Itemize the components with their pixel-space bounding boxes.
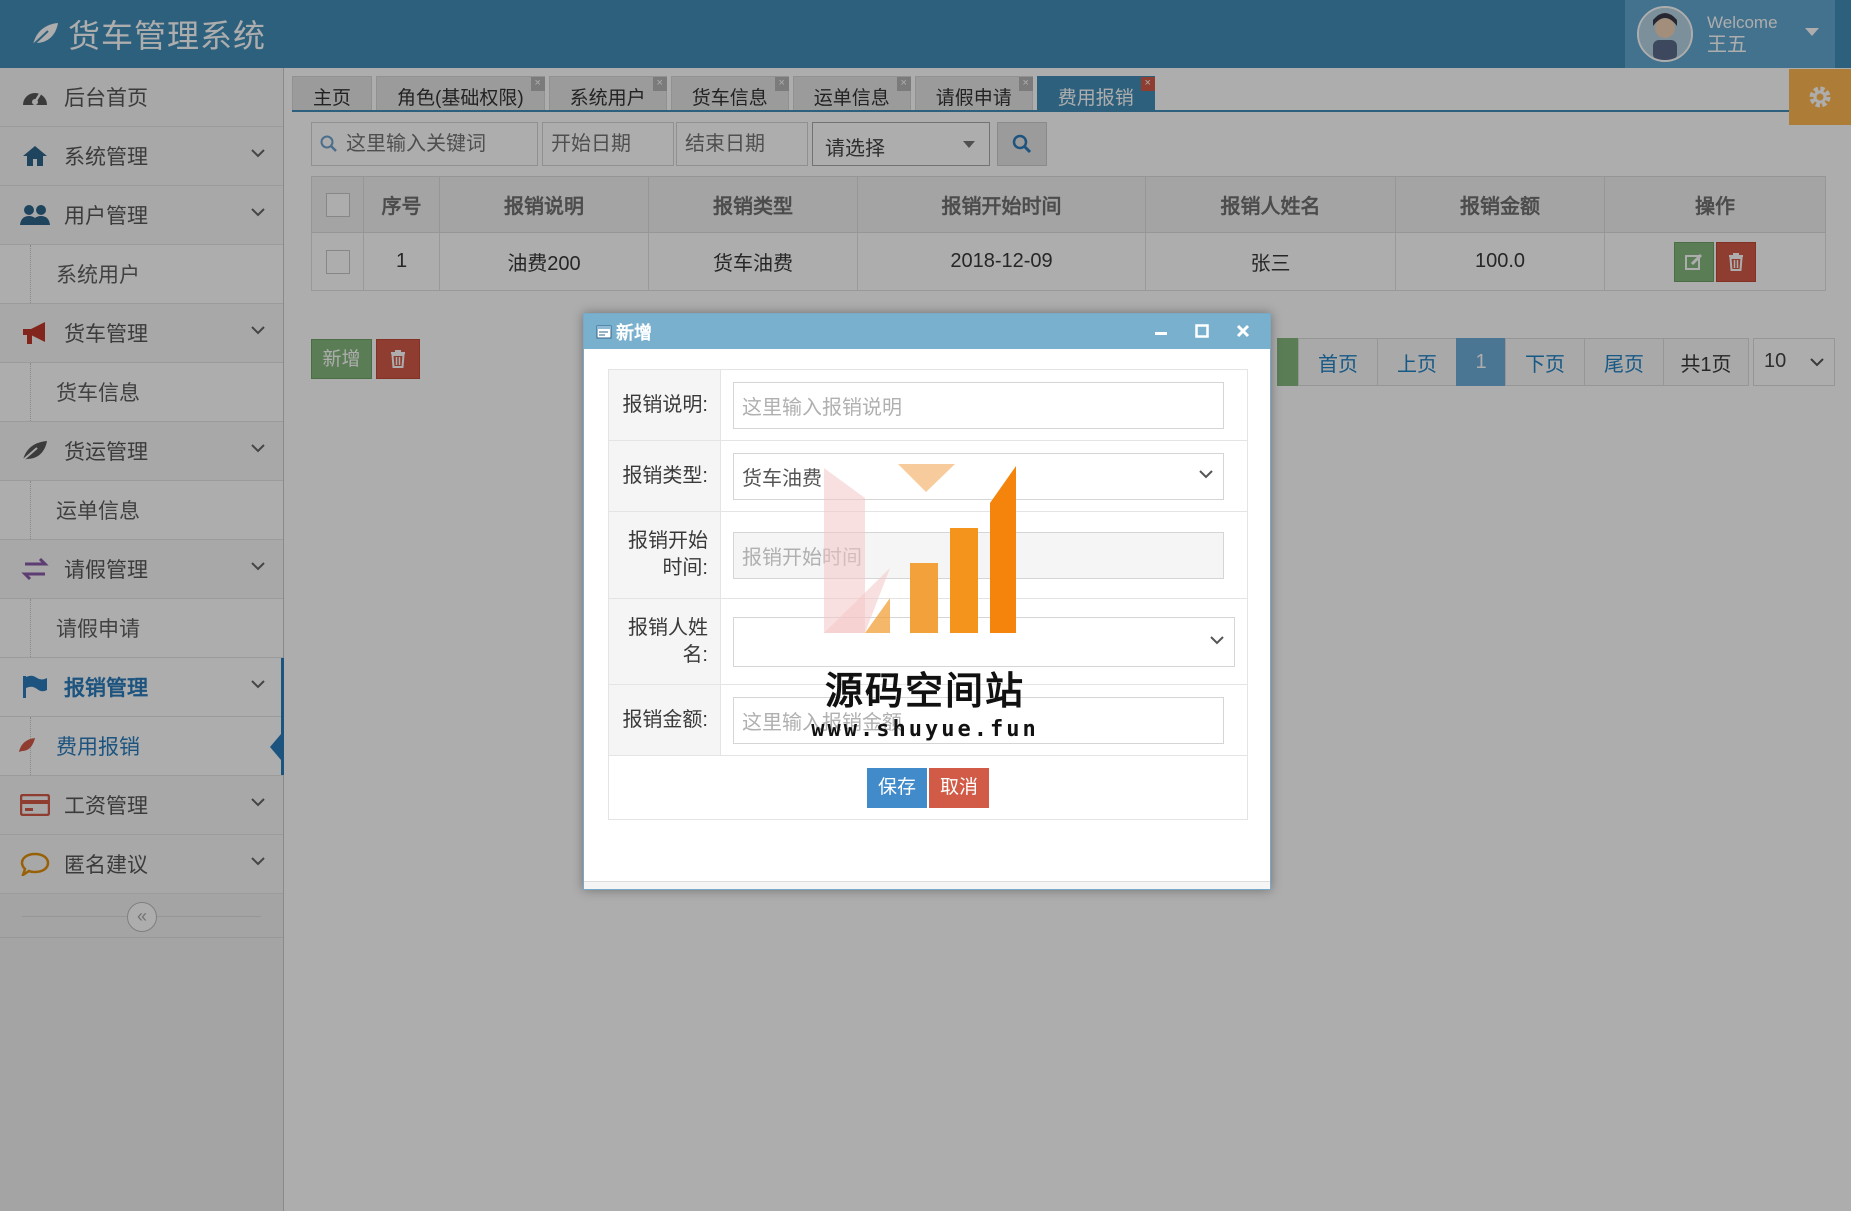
- label-line: 报销人姓: [628, 616, 708, 639]
- add-dialog: 新增 报销说明: 这里输入报销说明 报销类型: 货车油费 报销开始时间: 报销开…: [583, 313, 1271, 890]
- dialog-titlebar[interactable]: 新增: [584, 314, 1270, 349]
- watermark-url: www.shuyue.fun: [811, 717, 1039, 742]
- form-row-buttons: 保存 取消: [608, 755, 1248, 820]
- chevron-down-icon: [1199, 469, 1213, 479]
- amount-label: 报销金额:: [608, 684, 721, 756]
- form-row-start-time: 报销开始时间: 报销开始时间: [608, 511, 1248, 599]
- start-time-label: 报销开始时间:: [608, 511, 721, 599]
- cancel-button[interactable]: 取消: [929, 767, 989, 808]
- name-select[interactable]: [733, 616, 1235, 667]
- label-line: 报销开始: [628, 530, 708, 552]
- type-label: 报销类型:: [608, 440, 721, 512]
- form-row-type: 报销类型: 货车油费: [608, 440, 1248, 512]
- close-button[interactable]: [1234, 322, 1252, 340]
- watermark-text: 源码空间站: [824, 671, 1025, 713]
- dialog-title: 新增: [616, 322, 652, 343]
- description-label: 报销说明:: [608, 369, 721, 441]
- dialog-buttons: 保存 取消: [608, 755, 1248, 820]
- minimize-button[interactable]: [1152, 322, 1170, 340]
- window-icon: [596, 325, 612, 339]
- type-value: 货车油费: [742, 467, 822, 490]
- label-line: 时间:: [662, 557, 708, 579]
- form-row-description: 报销说明: 这里输入报销说明: [608, 369, 1248, 441]
- start-time-input[interactable]: 报销开始时间: [733, 531, 1224, 579]
- type-select[interactable]: 货车油费: [733, 452, 1224, 500]
- form-field-cell: 货车油费: [720, 440, 1248, 512]
- reimbursement-form: 报销说明: 这里输入报销说明 报销类型: 货车油费 报销开始时间: 报销开始时间…: [608, 369, 1248, 820]
- maximize-button[interactable]: [1193, 322, 1211, 340]
- label-line: 名:: [682, 643, 708, 666]
- form-field-cell: 这里输入报销说明: [720, 369, 1248, 441]
- form-field-cell: 报销开始时间: [720, 511, 1248, 599]
- description-input[interactable]: 这里输入报销说明: [733, 381, 1224, 429]
- save-button[interactable]: 保存: [867, 767, 927, 808]
- dialog-footer: [584, 881, 1270, 889]
- chevron-down-icon: [1210, 635, 1224, 645]
- name-label: 报销人姓名:: [608, 598, 721, 685]
